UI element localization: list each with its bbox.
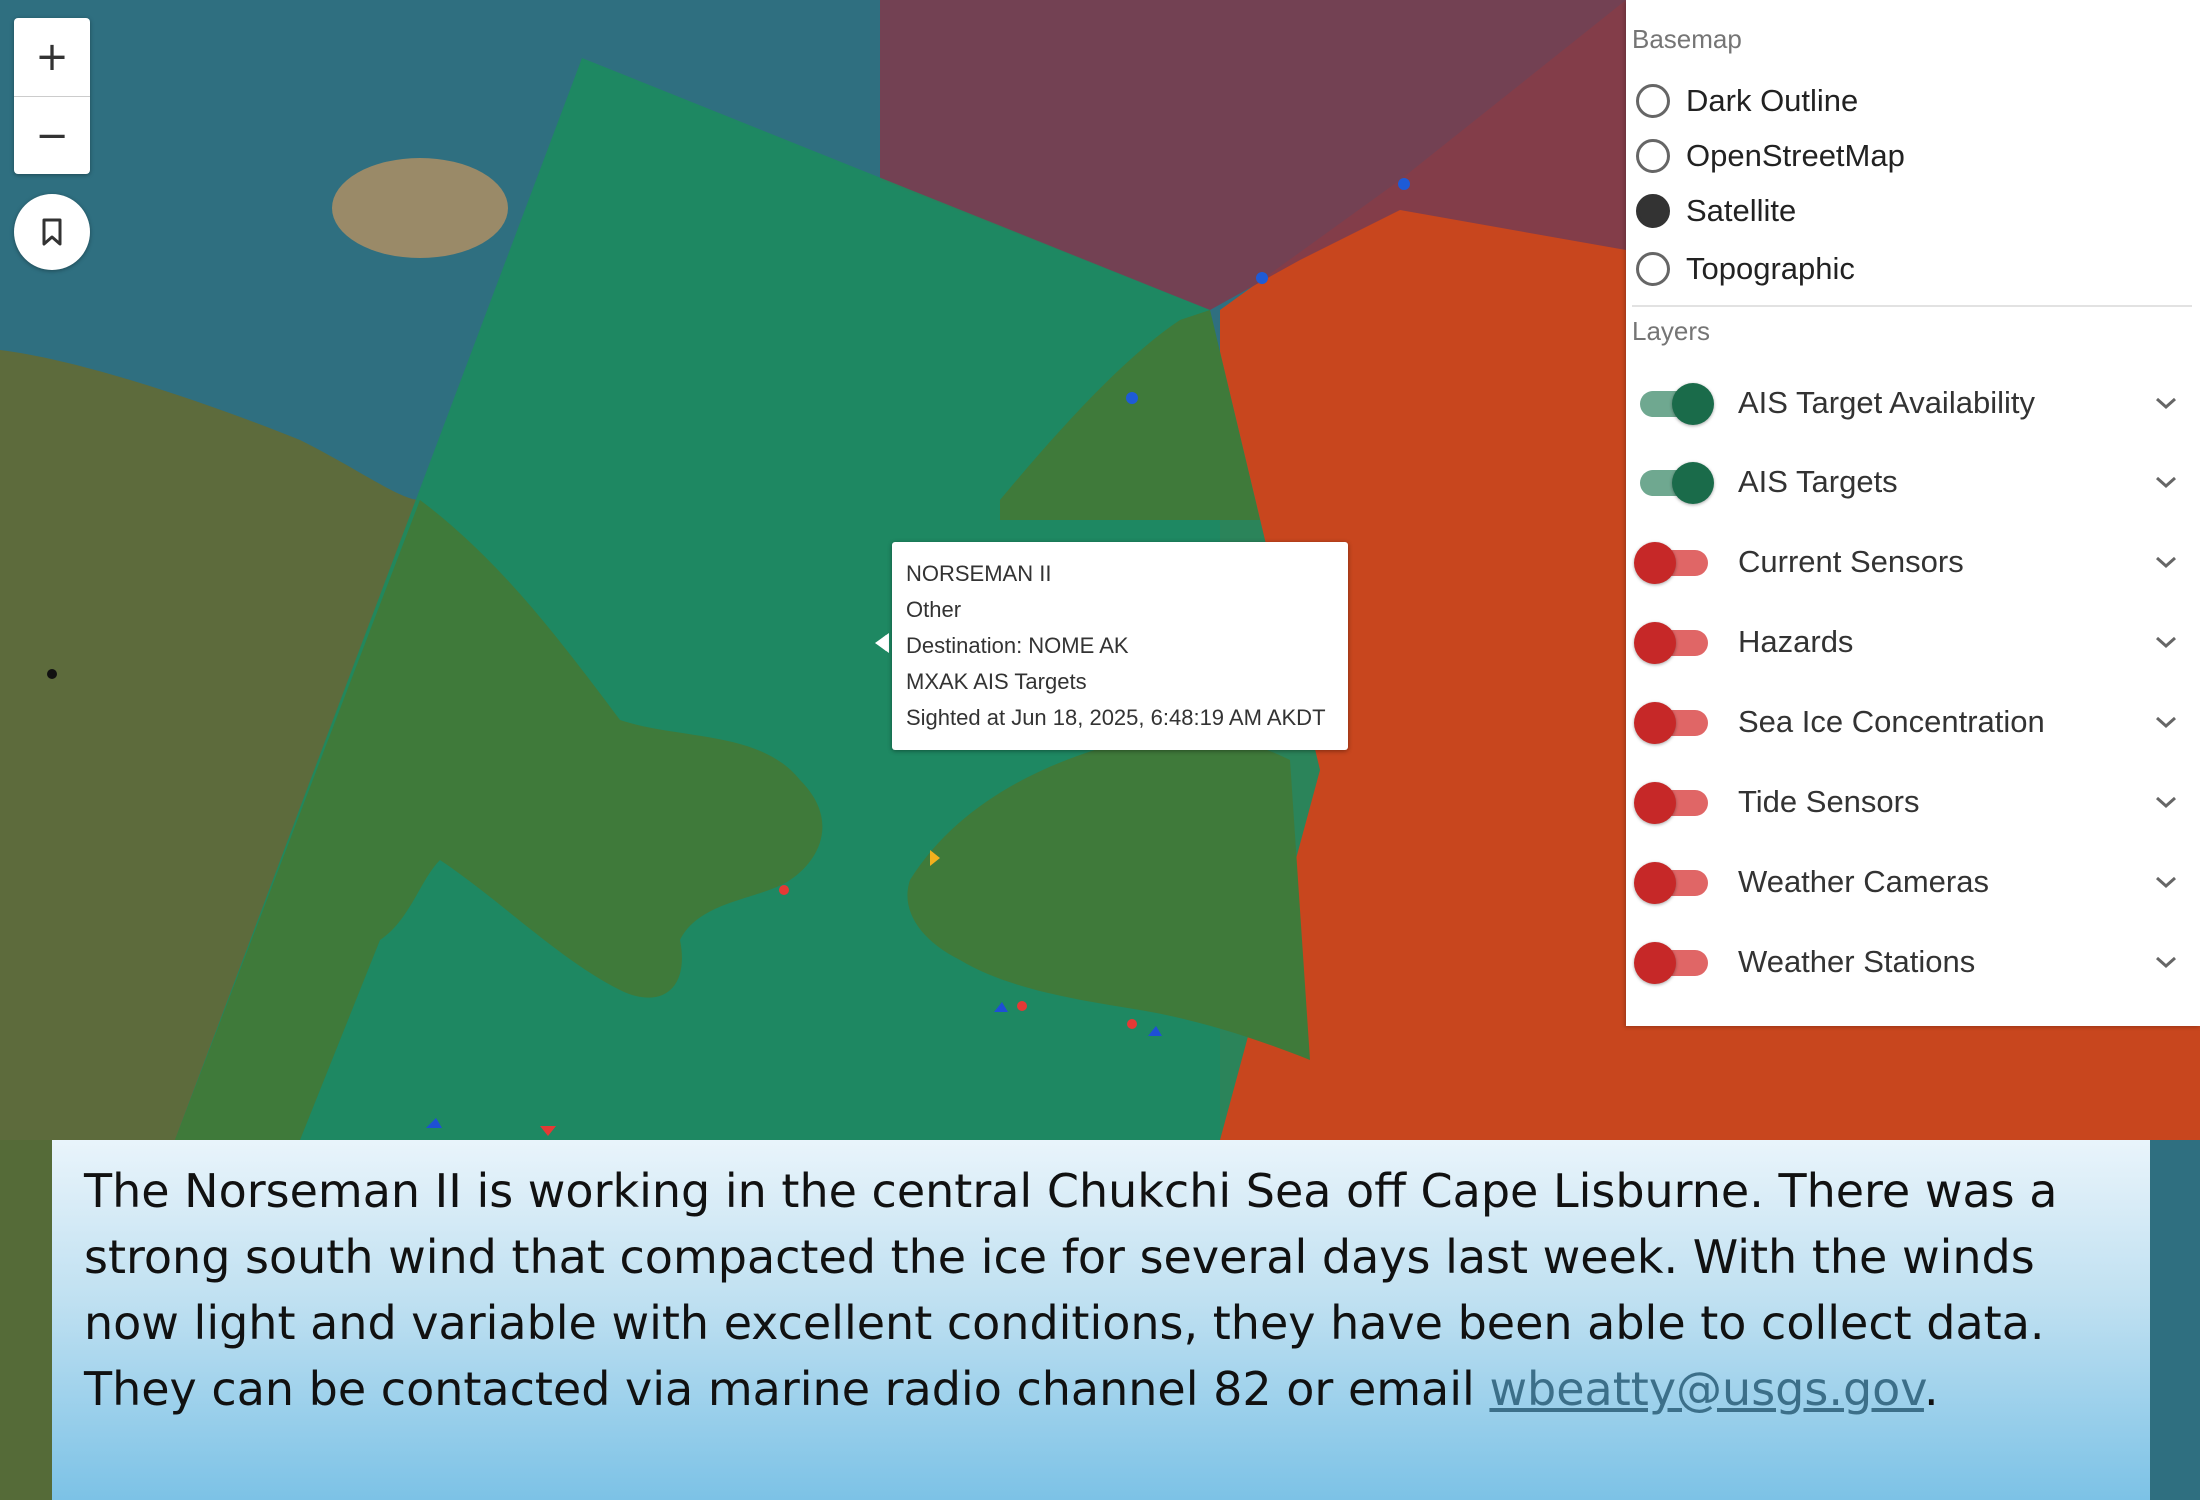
- layer-label: AIS Target Availability: [1738, 385, 2035, 420]
- layer-row-ais-targets: AIS Targets: [1636, 452, 2186, 512]
- layer-row-sea-ice-concentration: Sea Ice Concentration: [1634, 692, 2186, 752]
- layer-label: Weather Cameras: [1738, 864, 1989, 899]
- layers-heading: Layers: [1632, 316, 1711, 346]
- basemap-label: Dark Outline: [1686, 83, 1859, 118]
- layer-row-tide-sensors: Tide Sensors: [1634, 772, 2186, 832]
- layer-toggle[interactable]: [1634, 542, 1712, 584]
- layer-toggle[interactable]: [1634, 942, 1712, 984]
- popup-source: MXAK AIS Targets: [906, 669, 1087, 694]
- bookmark-button[interactable]: [14, 194, 90, 270]
- vessel-marker: [779, 885, 789, 895]
- layer-label: Sea Ice Concentration: [1738, 704, 2045, 739]
- chevron-down-icon[interactable]: [2146, 462, 2186, 502]
- layer-label: Hazards: [1738, 624, 1854, 659]
- chevron-down-icon[interactable]: [2146, 383, 2186, 423]
- layer-row-weather-stations: Weather Stations: [1634, 932, 2186, 992]
- layer-panel: Basemap Dark Outline OpenStreetMap Satel…: [1626, 0, 2200, 1026]
- layer-toggle[interactable]: [1636, 462, 1714, 504]
- basemap-heading: Basemap: [1632, 24, 1742, 54]
- vessel-marker: [1127, 1019, 1137, 1029]
- basemap-option-openstreetmap[interactable]: OpenStreetMap: [1636, 131, 1905, 181]
- layer-row-weather-cameras: Weather Cameras: [1634, 852, 2186, 912]
- layer-label: Tide Sensors: [1738, 784, 1920, 819]
- station-marker: [1398, 178, 1410, 190]
- popup-sighted-time: Sighted at Jun 18, 2025, 6:48:19 AM AKDT: [906, 705, 1326, 730]
- chevron-down-icon[interactable]: [2146, 782, 2186, 822]
- radio-button-selected[interactable]: [1636, 194, 1670, 228]
- radio-button[interactable]: [1636, 139, 1670, 173]
- layer-label: Weather Stations: [1738, 944, 1976, 979]
- zoom-in-button[interactable]: +: [14, 18, 90, 97]
- caption-text: The Norseman II is working in the centra…: [84, 1158, 2144, 1422]
- zoom-control: + −: [14, 18, 90, 174]
- layer-toggle[interactable]: [1634, 702, 1712, 744]
- layer-row-hazards: Hazards: [1634, 612, 2186, 672]
- basemap-label: Topographic: [1686, 251, 1855, 286]
- basemap-option-satellite[interactable]: Satellite: [1636, 186, 1796, 236]
- chevron-down-icon[interactable]: [2146, 862, 2186, 902]
- panel-divider: [1632, 305, 2192, 307]
- layer-row-current-sensors: Current Sensors: [1634, 532, 2186, 592]
- popup-vessel-type: Other: [906, 597, 962, 622]
- popup-destination: Destination: NOME AK: [906, 633, 1129, 658]
- basemap-label: OpenStreetMap: [1686, 138, 1905, 173]
- station-marker: [1256, 272, 1268, 284]
- basemap-option-topographic[interactable]: Topographic: [1636, 244, 1855, 294]
- popup-pointer: [875, 633, 889, 653]
- chevron-down-icon[interactable]: [2146, 702, 2186, 742]
- caption-box: The Norseman II is working in the centra…: [52, 1140, 2150, 1500]
- radio-button[interactable]: [1636, 252, 1670, 286]
- radio-button[interactable]: [1636, 84, 1670, 118]
- email-link[interactable]: wbeatty@usgs.gov: [1489, 1362, 1924, 1416]
- zoom-out-button[interactable]: −: [14, 97, 90, 175]
- layer-toggle[interactable]: [1636, 383, 1714, 425]
- station-marker: [47, 669, 57, 679]
- layer-toggle[interactable]: [1634, 622, 1712, 664]
- basemap-label: Satellite: [1686, 193, 1797, 228]
- bookmark-icon: [42, 218, 62, 246]
- caption-end: .: [1923, 1362, 1939, 1416]
- chevron-down-icon[interactable]: [2146, 542, 2186, 582]
- station-marker: [1126, 392, 1138, 404]
- vessel-popup: NORSEMAN II Other Destination: NOME AK M…: [892, 542, 1348, 750]
- layer-label: Current Sensors: [1738, 544, 1964, 579]
- chevron-down-icon[interactable]: [2146, 622, 2186, 662]
- land-southwest: [0, 1140, 52, 1500]
- layer-row-ais-target-availability: AIS Target Availability: [1636, 373, 2186, 433]
- layer-label: AIS Targets: [1738, 464, 1898, 499]
- layer-toggle[interactable]: [1634, 782, 1712, 824]
- layer-toggle[interactable]: [1634, 862, 1712, 904]
- chevron-down-icon[interactable]: [2146, 942, 2186, 982]
- island: [332, 158, 508, 258]
- popup-vessel-name: NORSEMAN II: [906, 561, 1052, 586]
- basemap-option-dark-outline[interactable]: Dark Outline: [1636, 76, 1858, 126]
- vessel-marker: [1017, 1001, 1027, 1011]
